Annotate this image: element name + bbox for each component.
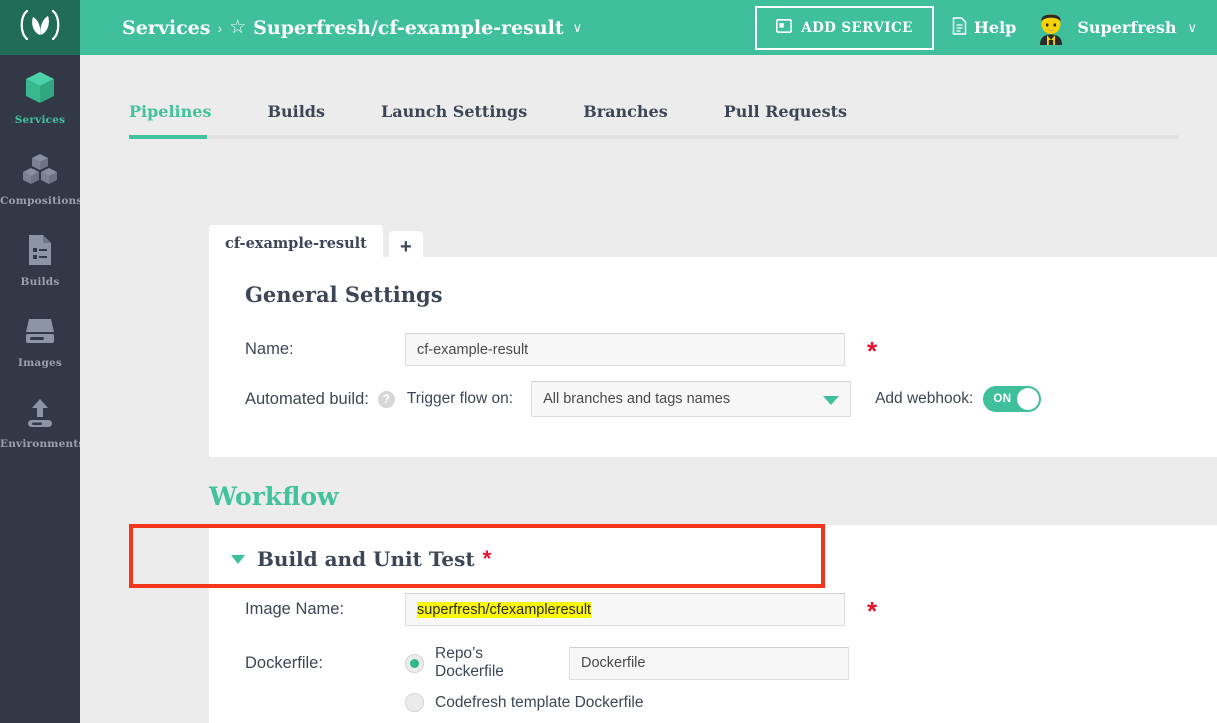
tab-builds[interactable]: Builds xyxy=(267,102,325,135)
cubes-stack-icon xyxy=(0,150,80,188)
dockerfile-row: Dockerfile: Repo’s Dockerfile Dockerfile xyxy=(245,645,1005,681)
breadcrumb-current-service[interactable]: Superfresh/cf-example-result xyxy=(253,17,564,39)
cube-icon xyxy=(0,69,80,107)
image-name-input[interactable]: superfresh/cfexampleresult xyxy=(405,593,845,626)
workflow-step-required-marker: * xyxy=(482,546,492,571)
add-service-label: ADD SERVICE xyxy=(801,19,913,36)
app-root: Services Compositions Builds Images Envi… xyxy=(0,0,1217,723)
radio-selected-dot xyxy=(410,658,419,668)
chevron-down-icon[interactable]: ∨ xyxy=(573,20,583,36)
upload-arrow-icon xyxy=(0,393,80,431)
tab-active-indicator xyxy=(129,135,207,139)
name-row: Name: cf-example-result * xyxy=(245,333,985,366)
radio-codefresh-template-dockerfile-label: Codefresh template Dockerfile xyxy=(435,693,644,711)
chevron-down-icon xyxy=(823,396,840,405)
sidebar-item-label: Services xyxy=(14,114,66,126)
breadcrumb-separator-icon: › xyxy=(217,19,223,36)
image-name-row: Image Name: superfresh/cfexampleresult * xyxy=(245,593,1005,626)
user-menu[interactable]: Superfresh ∨ xyxy=(1034,11,1197,45)
radio-repo-dockerfile-label: Repo’s Dockerfile xyxy=(435,645,504,680)
dockerfile-option-template[interactable]: Codefresh template Dockerfile xyxy=(405,693,644,712)
tab-branches[interactable]: Branches xyxy=(583,102,668,135)
tab-launch-settings[interactable]: Launch Settings xyxy=(381,102,527,135)
sidebar-item-label: Images xyxy=(18,357,62,369)
trigger-flow-label: Trigger flow on: xyxy=(406,390,514,407)
codefresh-leaf-logo-icon xyxy=(18,8,62,47)
add-service-button[interactable]: ADD SERVICE xyxy=(755,5,934,50)
app-logo[interactable] xyxy=(0,0,80,55)
radio-codefresh-template-dockerfile[interactable] xyxy=(405,693,424,712)
main-content: Pipelines Builds Launch Settings Branche… xyxy=(80,55,1217,723)
automated-build-row: Automated build: ? Trigger flow on: All … xyxy=(245,381,1145,417)
question-mark-icon[interactable]: ? xyxy=(377,390,395,408)
image-name-label: Image Name: xyxy=(245,600,345,618)
favorite-star-icon[interactable]: ☆ xyxy=(229,18,246,37)
image-name-value: superfresh/cfexampleresult xyxy=(417,601,592,618)
general-settings-title: General Settings xyxy=(245,282,443,307)
document-icon xyxy=(952,16,967,39)
triangle-down-icon[interactable] xyxy=(231,554,245,564)
sidebar-item-environments[interactable]: Environments xyxy=(0,379,85,460)
top-bar-actions: ADD SERVICE Help Superfresh ∨ xyxy=(755,5,1197,50)
sidebar: Services Compositions Builds Images Envi… xyxy=(0,0,85,723)
sidebar-item-label: Builds xyxy=(20,276,60,288)
trigger-flow-value: All branches and tags names xyxy=(543,391,731,407)
trigger-flow-select[interactable]: All branches and tags names xyxy=(531,381,852,417)
dockerfile-option-repo[interactable]: Repo’s Dockerfile xyxy=(405,645,555,681)
radio-repo-dockerfile[interactable] xyxy=(405,653,424,673)
sidebar-item-label: Compositions xyxy=(0,195,83,207)
sidebar-item-compositions[interactable]: Compositions xyxy=(0,136,83,217)
tab-bar: Pipelines Builds Launch Settings Branche… xyxy=(129,102,1178,139)
sidebar-item-services[interactable]: Services xyxy=(0,55,80,136)
workflow-step-header[interactable]: Build and Unit Test * xyxy=(231,547,491,571)
breadcrumb: Services › ☆ Superfresh/cf-example-resul… xyxy=(122,17,582,39)
automated-build-label: Automated build: xyxy=(245,389,369,408)
add-webhook-toggle[interactable]: ON xyxy=(983,386,1042,412)
top-bar: Services › ☆ Superfresh/cf-example-resul… xyxy=(80,0,1217,55)
hard-drive-icon xyxy=(0,312,80,350)
add-webhook-label: Add webhook: xyxy=(875,390,974,407)
document-list-icon xyxy=(0,231,80,269)
name-required-marker: * xyxy=(867,335,878,366)
general-settings-card: General Settings Name: cf-example-result… xyxy=(209,257,1217,457)
add-webhook-toggle-state: ON xyxy=(993,393,1012,405)
dockerfile-path-input[interactable]: Dockerfile xyxy=(569,646,849,680)
help-label: Help xyxy=(973,18,1017,37)
name-label: Name: xyxy=(245,340,294,358)
toggle-knob xyxy=(1017,388,1040,410)
dockerfile-label: Dockerfile: xyxy=(245,653,323,672)
user-name: Superfresh xyxy=(1077,18,1177,37)
workflow-card: Build and Unit Test * Image Name: superf… xyxy=(209,525,1217,723)
avatar xyxy=(1034,11,1068,45)
name-input[interactable]: cf-example-result xyxy=(405,333,845,366)
sidebar-item-label: Environments xyxy=(0,438,85,450)
image-name-required-marker: * xyxy=(867,595,878,626)
sidebar-item-images[interactable]: Images xyxy=(0,298,80,379)
breadcrumb-services[interactable]: Services xyxy=(122,17,210,39)
tab-pull-requests[interactable]: Pull Requests xyxy=(724,102,847,135)
service-box-icon xyxy=(776,18,793,37)
workflow-title: Workflow xyxy=(209,482,339,511)
tab-pipelines[interactable]: Pipelines xyxy=(129,102,211,135)
help-button[interactable]: Help xyxy=(952,16,1017,39)
tab-underline-track xyxy=(129,135,1178,139)
workflow-step-name: Build and Unit Test xyxy=(257,547,475,571)
tab-list: Pipelines Builds Launch Settings Branche… xyxy=(129,102,1178,135)
chevron-down-icon[interactable]: ∨ xyxy=(1187,20,1197,36)
sidebar-item-builds[interactable]: Builds xyxy=(0,217,80,298)
